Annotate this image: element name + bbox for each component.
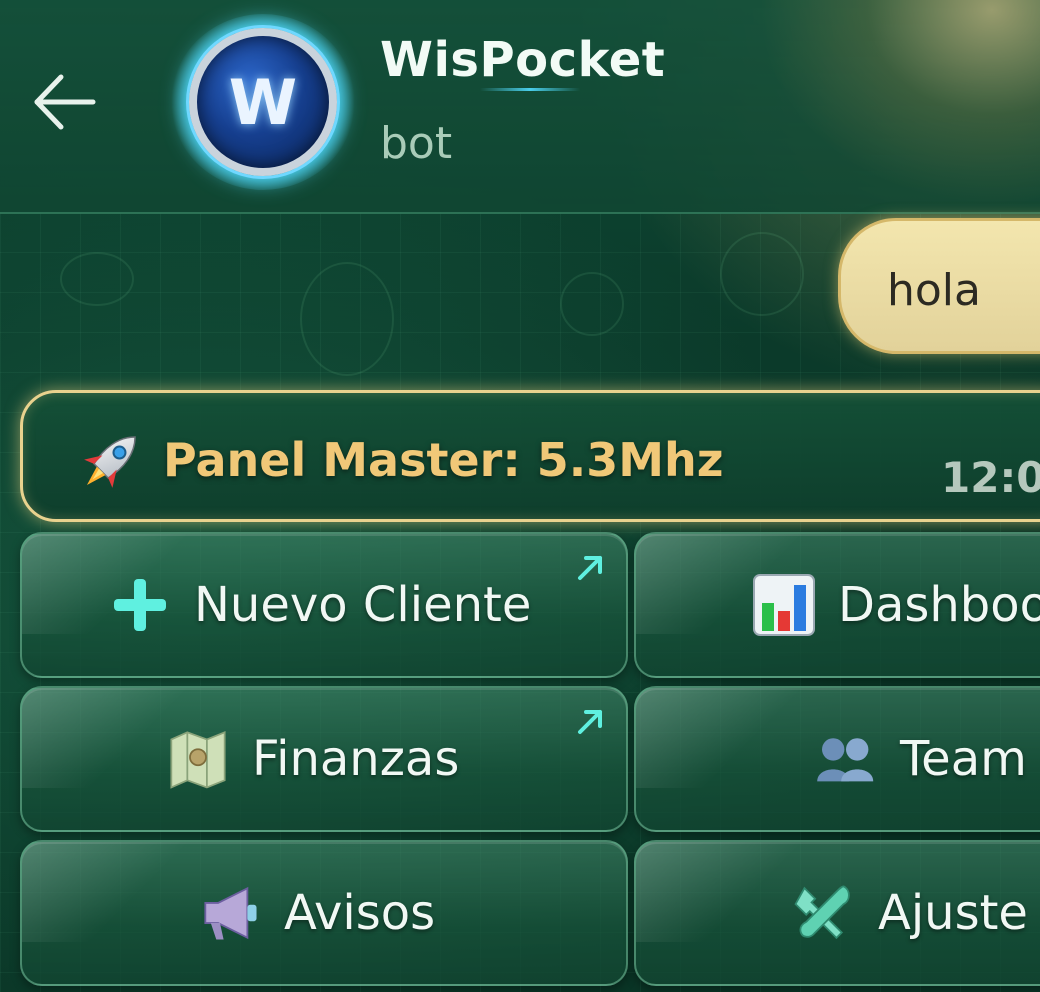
- back-button[interactable]: [28, 66, 100, 138]
- finanzas-button[interactable]: Finanzas: [20, 686, 628, 832]
- chat-screen: W WisPocket bot hola Panel Master: 5.3Mh…: [0, 0, 1040, 992]
- button-label: Ajuste: [878, 885, 1028, 941]
- external-link-arrow-icon: [578, 710, 602, 734]
- map-icon: [166, 727, 230, 791]
- bot-message-text: Panel Master: 5.3Mhz: [163, 433, 724, 487]
- avatar: W: [189, 28, 337, 176]
- tools-icon: [792, 881, 856, 945]
- nuevo-cliente-button[interactable]: Nuevo Cliente: [20, 532, 628, 678]
- chat-subtitle: bot: [380, 118, 453, 169]
- title-underline: [480, 88, 580, 91]
- user-message-bubble[interactable]: hola: [838, 218, 1040, 354]
- button-label: Avisos: [284, 885, 436, 941]
- background-doodle: [300, 262, 394, 376]
- user-message-text: hola: [887, 265, 981, 316]
- button-label: Nuevo Cliente: [194, 577, 532, 633]
- megaphone-icon: [198, 881, 262, 945]
- avisos-button[interactable]: Avisos: [20, 840, 628, 986]
- external-link-arrow-icon: [578, 556, 602, 580]
- arrow-left-icon: [34, 74, 96, 130]
- light-flare: [740, 0, 1040, 220]
- dashboard-button[interactable]: Dashboo: [634, 532, 1040, 678]
- chat-header: W WisPocket bot: [0, 0, 1040, 220]
- team-button[interactable]: Team: [634, 686, 1040, 832]
- button-label: Finanzas: [252, 731, 460, 787]
- background-doodle: [60, 252, 134, 306]
- message-timestamp: 12:0: [941, 453, 1040, 502]
- background-doodle: [560, 272, 624, 336]
- ajustes-button[interactable]: Ajuste: [634, 840, 1040, 986]
- rocket-icon: [84, 436, 136, 488]
- plus-icon: [108, 573, 172, 637]
- button-label: Team: [900, 731, 1027, 787]
- background-doodle: [720, 232, 804, 316]
- chat-title[interactable]: WisPocket: [380, 32, 665, 88]
- people-icon: [814, 727, 878, 791]
- bar-chart-icon: [752, 573, 816, 637]
- bot-message-bubble[interactable]: Panel Master: 5.3Mhz 12:0: [20, 390, 1040, 522]
- bot-avatar[interactable]: W: [168, 12, 358, 192]
- button-label: Dashboo: [838, 577, 1040, 633]
- avatar-letter: W: [228, 65, 298, 139]
